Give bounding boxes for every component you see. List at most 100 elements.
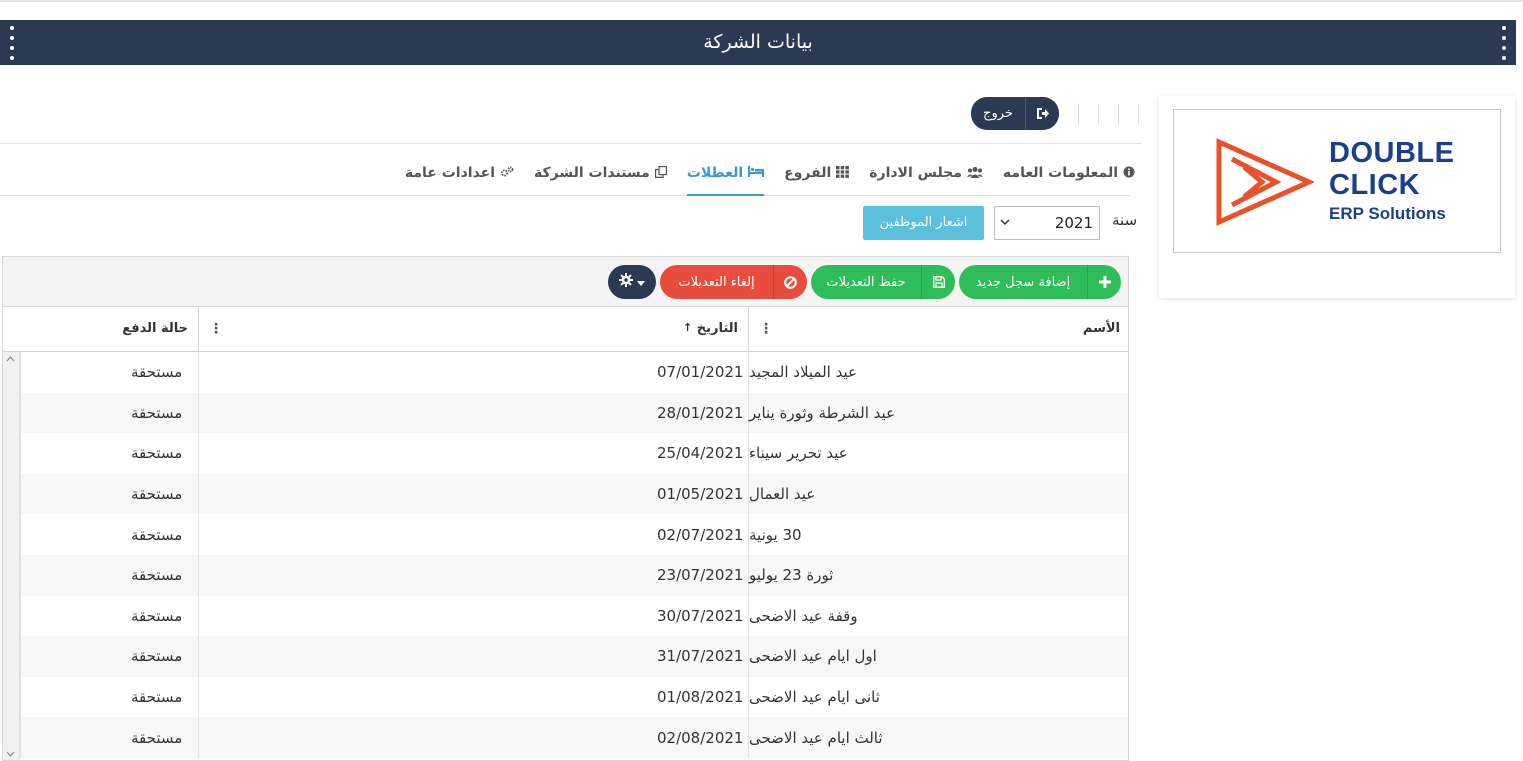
title-bar: بيانات الشركة <box>0 20 1516 65</box>
column-header-date[interactable]: التاريخ ↑ ⋮ <box>198 307 748 352</box>
table-row[interactable]: عيد العمال 01/05/2021 مستحقة <box>3 473 1128 515</box>
add-record-label: إضافة سجل جديد <box>975 274 1071 290</box>
table-row[interactable]: عيد تحرير سيناء 25/04/2021 مستحقة <box>3 433 1128 474</box>
cell-status[interactable]: مستحقة <box>20 352 198 393</box>
bed-icon <box>748 166 765 180</box>
cell-date-text: 28/01/2021 <box>657 403 744 422</box>
cell-date-text: 23/07/2021 <box>657 566 744 585</box>
cell-date[interactable]: 02/08/2021 <box>198 717 748 758</box>
cell-status-text: مستحقة <box>131 444 183 463</box>
tab-general-info[interactable]: المعلومات العامه <box>1003 150 1135 196</box>
cell-status[interactable]: مستحقة <box>20 392 198 434</box>
column-header-status[interactable]: حالة الدفع <box>3 307 198 352</box>
cell-status-text: مستحقة <box>131 525 183 544</box>
cancel-changes-label: إلغاء التعديلات <box>678 274 755 290</box>
column-header-name[interactable]: الأسم ⋮ <box>748 307 1128 352</box>
cell-date[interactable]: 01/08/2021 <box>198 676 748 718</box>
cell-status[interactable]: مستحقة <box>20 473 198 515</box>
logo-line2: CLICK <box>1329 169 1421 201</box>
cell-date-text: 30/07/2021 <box>657 606 744 625</box>
scroll-up-icon[interactable] <box>6 354 15 365</box>
gears-icon <box>500 166 514 181</box>
cell-name[interactable]: ثانى ايام عيد الاضحى <box>748 676 1128 718</box>
cell-status[interactable]: مستحقة <box>20 676 198 718</box>
tab-company-documents[interactable]: مستندات الشركة <box>534 150 667 196</box>
tab-label: مستندات الشركة <box>534 165 650 181</box>
tab-branches[interactable]: الفروع <box>784 150 850 196</box>
cell-status[interactable]: مستحقة <box>20 555 198 596</box>
cell-name[interactable]: وقفة عيد الاضحى <box>748 595 1128 637</box>
cell-date-text: 31/07/2021 <box>657 647 744 666</box>
column-menu-icon[interactable]: ⋮ <box>209 321 223 337</box>
save-changes-label: حفظ التعديلات <box>826 274 906 290</box>
cell-status[interactable]: مستحقة <box>20 433 198 474</box>
tab-label: اعدادات عامة <box>404 165 496 181</box>
cell-status-text: مستحقة <box>131 606 183 625</box>
tab-holidays[interactable]: العطلات <box>686 150 765 196</box>
save-icon <box>921 265 955 299</box>
cell-name[interactable]: عيد العمال <box>748 473 1128 515</box>
cell-status-text: مستحقة <box>131 403 183 422</box>
cell-date[interactable]: 23/07/2021 <box>198 555 748 596</box>
cell-date[interactable]: 30/07/2021 <box>198 595 748 637</box>
year-select[interactable]: 2021 <box>994 206 1100 240</box>
cell-status[interactable]: مستحقة <box>20 595 198 637</box>
cell-date[interactable]: 02/07/2021 <box>198 514 748 555</box>
cell-name[interactable]: عيد الميلاد المجيد <box>748 352 1128 393</box>
cancel-changes-button[interactable]: إلغاء التعديلات <box>660 265 807 299</box>
grid-body: عيد الميلاد المجيد 07/01/2021 مستحقة عيد ال… <box>3 352 1128 760</box>
grid-header: الأسم ⋮ التاريخ ↑ ⋮ حالة الدفع <box>3 307 1128 352</box>
cell-name[interactable]: اول ايام عيد الاضحى <box>748 636 1128 677</box>
table-row[interactable]: ثورة 23 يوليو 23/07/2021 مستحقة <box>3 555 1128 596</box>
table-row[interactable]: اول ايام عيد الاضحى 31/07/2021 مستحقة <box>3 636 1128 677</box>
scroll-down-icon[interactable] <box>6 749 15 760</box>
cell-status-text: مستحقة <box>131 566 183 585</box>
tab-board[interactable]: مجلس الادارة <box>869 150 983 196</box>
cell-name[interactable]: ثورة 23 يوليو <box>748 555 1128 596</box>
table-row[interactable]: ثانى ايام عيد الاضحى 01/08/2021 مستحقة <box>3 676 1128 718</box>
table-row[interactable]: عيد الشرطة وثورة يناير 28/01/2021 مستحقة <box>3 392 1128 434</box>
tab-label: مجلس الادارة <box>869 165 962 181</box>
cell-name[interactable]: 30 يونية <box>748 514 1128 555</box>
cell-status[interactable]: مستحقة <box>20 514 198 555</box>
save-changes-button[interactable]: حفظ التعديلات <box>811 265 955 299</box>
table-row[interactable]: عيد الميلاد المجيد 07/01/2021 مستحقة <box>3 352 1128 393</box>
cell-date[interactable]: 25/04/2021 <box>198 433 748 474</box>
table-row[interactable]: 30 يونية 02/07/2021 مستحقة <box>3 514 1128 555</box>
cell-name[interactable]: عيد الشرطة وثورة يناير <box>748 392 1128 434</box>
grid-toolbar: إضافة سجل جديد حفظ التعديلات إلغاء التعد… <box>3 257 1128 307</box>
cell-date-text: 25/04/2021 <box>657 444 744 463</box>
table-row[interactable]: ثالث ايام عيد الاضحى 02/08/2021 مستحقة <box>3 717 1128 758</box>
column-status-label: حالة الدفع <box>122 321 188 336</box>
notify-employees-button[interactable]: اشعار الموظفين <box>863 206 984 240</box>
cell-name[interactable]: عيد تحرير سيناء <box>748 433 1128 474</box>
page-title: بيانات الشركة <box>703 31 813 53</box>
cell-date[interactable]: 07/01/2021 <box>198 352 748 393</box>
vertical-scrollbar[interactable] <box>3 352 20 760</box>
column-date-label: التاريخ ↑ <box>682 321 738 336</box>
exit-button[interactable]: خروج <box>971 97 1059 130</box>
divider <box>0 143 1142 144</box>
cell-date[interactable]: 01/05/2021 <box>198 473 748 515</box>
company-logo: DOUBLE CLICK ERP Solutions <box>1173 109 1501 253</box>
logo-line1: DOUBLE <box>1329 137 1455 169</box>
exit-label: خروج <box>983 106 1013 121</box>
add-record-button[interactable]: إضافة سجل جديد <box>959 265 1121 299</box>
separator <box>1078 104 1079 124</box>
ban-icon <box>773 265 807 299</box>
cell-date[interactable]: 28/01/2021 <box>198 392 748 434</box>
cell-name[interactable]: ثالث ايام عيد الاضحى <box>748 717 1128 758</box>
cell-date[interactable]: 31/07/2021 <box>198 636 748 677</box>
sort-asc-icon: ↑ <box>682 321 693 334</box>
cell-status[interactable]: مستحقة <box>20 636 198 677</box>
info-icon <box>1123 166 1135 181</box>
holidays-grid: إضافة سجل جديد حفظ التعديلات إلغاء التعد… <box>2 256 1129 761</box>
table-row[interactable]: وقفة عيد الاضحى 30/07/2021 مستحقة <box>3 595 1128 637</box>
column-menu-icon[interactable]: ⋮ <box>759 321 773 337</box>
settings-dropdown-button[interactable] <box>608 265 656 299</box>
cell-date-text: 02/07/2021 <box>657 525 744 544</box>
drag-handle-right-icon[interactable] <box>1501 26 1507 60</box>
cell-status[interactable]: مستحقة <box>20 717 198 758</box>
tab-general-settings[interactable]: اعدادات عامة <box>405 150 514 196</box>
separator <box>1138 104 1139 124</box>
